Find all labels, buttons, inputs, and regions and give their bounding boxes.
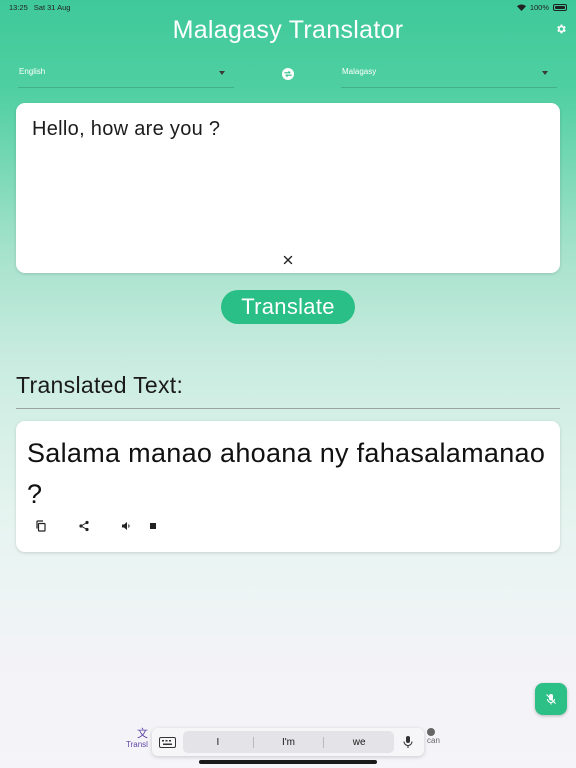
divider [16,408,560,409]
nav-translate-label: Transl [126,740,148,749]
target-language-dropdown[interactable]: Malagasy [341,63,557,88]
status-date: Sat 31 Aug [33,2,71,12]
source-language-label: English [19,67,46,76]
dropdown-arrow-icon [219,71,225,75]
dropdown-arrow-icon [542,71,548,75]
app-title: Malagasy Translator [172,16,404,44]
prediction-suggestion[interactable]: I [183,737,253,748]
share-icon[interactable] [77,519,91,533]
wifi-icon [516,3,526,11]
nav-scan-label: can [427,736,440,745]
output-actions [16,519,216,535]
voice-input-button[interactable] [535,683,567,715]
battery-percentage: 100% [529,2,549,12]
translate-button[interactable]: Translate [221,290,355,324]
input-text-area[interactable]: Hello, how are you ? [32,118,220,141]
translated-text: Salama manao ahoana ny fahasalamanao ? [27,438,546,509]
copy-icon[interactable] [34,519,48,533]
nav-item-scan[interactable]: can [421,728,451,745]
target-language-label: Malagasy [342,67,377,76]
input-card[interactable]: Hello, how are you ? [16,103,560,273]
speaker-icon[interactable] [119,519,133,533]
keyboard-shortcut-bar: I I'm we [152,728,424,756]
mic-off-icon [546,694,556,705]
home-indicator [199,760,377,764]
source-language-dropdown[interactable]: English [18,63,234,88]
translated-text-heading: Translated Text: [16,372,184,398]
status-time: 13:25 [9,2,28,12]
battery-icon [553,3,567,11]
status-bar: 13:25 Sat 31 Aug 100% [0,0,576,14]
swap-languages-button[interactable] [282,68,294,80]
output-card: Salama manao ahoana ny fahasalamanao ? [16,421,560,552]
settings-gear-icon[interactable] [555,22,567,34]
predictive-text-bar: I I'm we [183,731,394,753]
dictation-mic-icon[interactable] [403,735,413,749]
stop-icon[interactable] [146,519,160,533]
swap-icon [284,71,292,77]
prediction-suggestion[interactable]: I'm [254,737,324,748]
prediction-suggestion[interactable]: we [324,737,394,748]
camera-icon [427,728,435,736]
clear-icon[interactable] [282,253,294,265]
keyboard-icon[interactable] [159,736,176,748]
